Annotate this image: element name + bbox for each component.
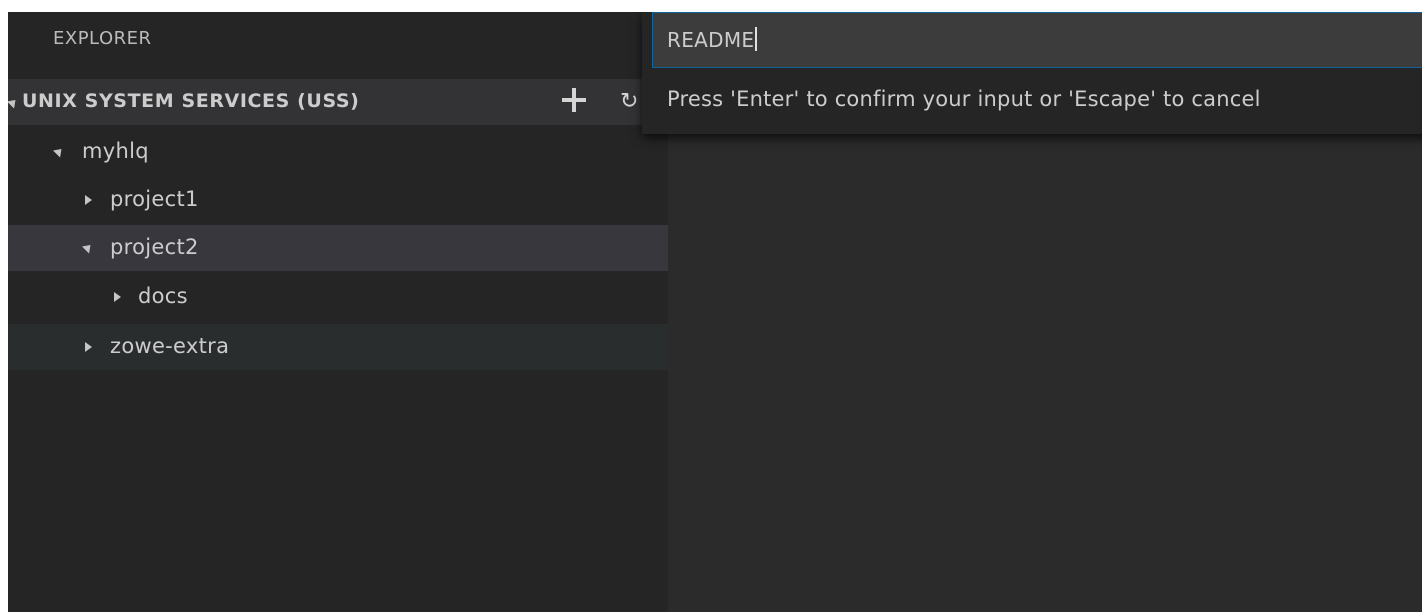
tree-item-project1[interactable]: project1 <box>8 177 668 223</box>
tree-item-project2[interactable]: project2 <box>8 225 668 271</box>
plus-icon[interactable] <box>562 88 586 112</box>
vscode-window: EXPLORER UNIX SYSTEM SERVICES (USS) ↻ my… <box>8 12 1422 612</box>
tree-item-label: project1 <box>110 187 199 211</box>
chevron-down-icon[interactable] <box>81 241 95 254</box>
tree-item-label: myhlq <box>82 139 149 163</box>
tree-item-label: docs <box>138 284 188 308</box>
tree-item-zowe-extra[interactable]: zowe-extra <box>8 324 668 370</box>
tree-item-label: project2 <box>110 235 199 259</box>
chevron-right-icon[interactable] <box>85 195 92 205</box>
chevron-right-icon[interactable] <box>114 292 121 302</box>
tree-item-label: zowe-extra <box>110 334 230 358</box>
quick-input-field[interactable]: README <box>652 12 1422 68</box>
uss-section-label: UNIX SYSTEM SERVICES (USS) <box>22 90 360 112</box>
tree-item-docs[interactable]: docs <box>8 274 668 320</box>
explorer-title: EXPLORER <box>53 28 152 49</box>
chevron-right-icon[interactable] <box>85 342 92 352</box>
chevron-down-icon[interactable] <box>8 96 20 109</box>
quick-input-widget: README Press 'Enter' to confirm your inp… <box>642 12 1422 134</box>
tree-item-myhlq[interactable]: myhlq <box>8 129 668 175</box>
uss-section-header[interactable]: UNIX SYSTEM SERVICES (USS) ↻ <box>8 79 668 125</box>
quick-input-message: Press 'Enter' to confirm your input or '… <box>667 87 1261 111</box>
text-caret <box>755 27 758 51</box>
chevron-down-icon[interactable] <box>52 145 66 158</box>
refresh-icon[interactable]: ↻ <box>620 89 638 114</box>
quick-input-value: README <box>667 28 755 52</box>
explorer-sidebar: EXPLORER UNIX SYSTEM SERVICES (USS) ↻ my… <box>8 12 668 612</box>
